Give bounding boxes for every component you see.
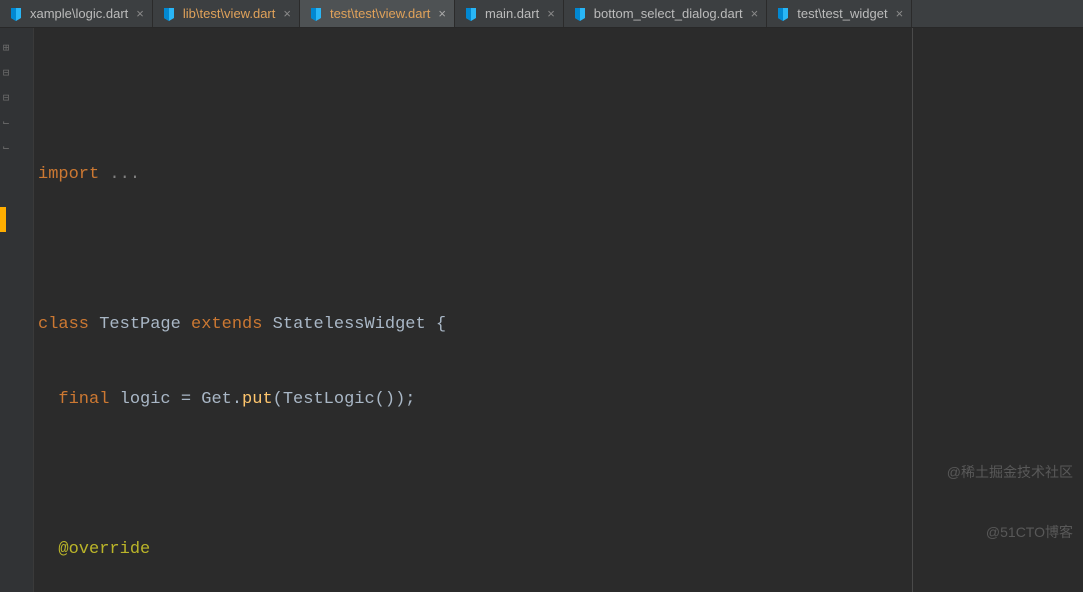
fold-icon[interactable]: ⌙	[0, 137, 12, 162]
keyword: extends	[191, 315, 273, 334]
tab-bar: xample\logic.dart×lib\test\view.dart×tes…	[0, 0, 1083, 28]
ide-window: xample\logic.dart×lib\test\view.dart×tes…	[0, 0, 1083, 592]
folded-text[interactable]: ...	[99, 165, 140, 184]
tab-0[interactable]: xample\logic.dart ×	[0, 0, 153, 27]
tab-3[interactable]: main.dart ×	[455, 0, 564, 27]
tab-4[interactable]: bottom_select_dialog.dart ×	[564, 0, 767, 27]
close-icon[interactable]: ×	[896, 7, 904, 20]
brace: {	[436, 315, 446, 334]
identifier: logic = Get.	[120, 390, 242, 409]
dart-file-icon	[775, 6, 791, 22]
dart-file-icon	[161, 6, 177, 22]
current-line-highlight	[34, 286, 1083, 311]
right-margin	[912, 28, 913, 592]
keyword: class	[38, 315, 99, 334]
close-icon[interactable]: ×	[547, 7, 555, 20]
close-icon[interactable]: ×	[751, 7, 759, 20]
editor: ⊞ ⊟ ⊟ ⌙ ⌙ import ... class TestPage exte…	[0, 28, 1083, 592]
keyword: final	[58, 390, 119, 409]
tab-label: bottom_select_dialog.dart	[594, 6, 743, 21]
annotation: @override	[58, 540, 150, 559]
code-area[interactable]: import ... class TestPage extends Statel…	[34, 28, 1083, 592]
fold-icon[interactable]: ⊟	[0, 87, 12, 112]
caret-row-indicator	[0, 207, 6, 232]
code-text: (TestLogic());	[273, 390, 416, 409]
dart-file-icon	[572, 6, 588, 22]
close-icon[interactable]: ×	[283, 7, 291, 20]
dart-file-icon	[463, 6, 479, 22]
close-icon[interactable]: ×	[136, 7, 144, 20]
type-name: StatelessWidget	[273, 315, 436, 334]
tab-label: test\test\view.dart	[330, 6, 430, 21]
fold-icon[interactable]: ⌙	[0, 112, 12, 137]
keyword: import	[38, 165, 99, 184]
dart-file-icon	[8, 6, 24, 22]
close-icon[interactable]: ×	[438, 7, 446, 20]
tab-label: test\test_widget	[797, 6, 887, 21]
dart-file-icon	[308, 6, 324, 22]
tab-label: lib\test\view.dart	[183, 6, 276, 21]
gutter: ⊞ ⊟ ⊟ ⌙ ⌙	[0, 28, 34, 592]
fold-icon[interactable]: ⊞	[0, 37, 12, 62]
tab-2[interactable]: test\test\view.dart ×	[300, 0, 455, 27]
type-name: TestPage	[99, 315, 191, 334]
tab-label: xample\logic.dart	[30, 6, 128, 21]
tab-5[interactable]: test\test_widget ×	[767, 0, 912, 27]
function: put	[242, 390, 273, 409]
tab-1[interactable]: lib\test\view.dart ×	[153, 0, 300, 27]
tab-label: main.dart	[485, 6, 539, 21]
fold-icon[interactable]: ⊟	[0, 62, 12, 87]
